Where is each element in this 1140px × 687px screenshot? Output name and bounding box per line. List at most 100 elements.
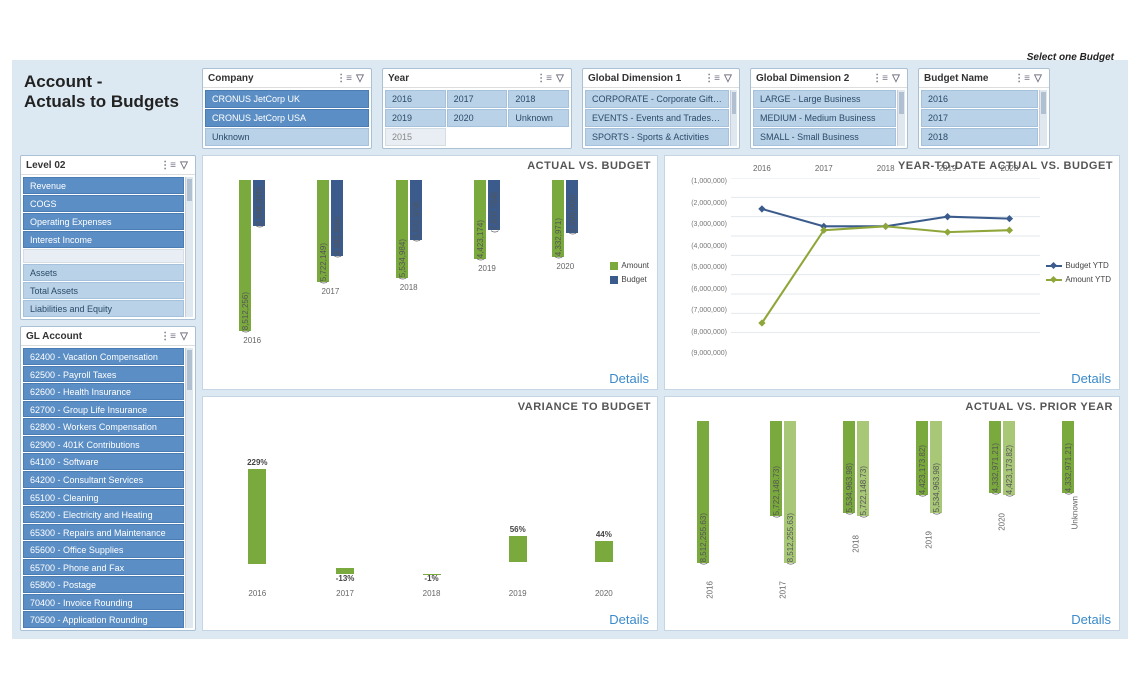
slicer-global-dimension-2: Global Dimension 2 ⋮≡ ▽ LARGE - Large Bu… — [750, 68, 908, 149]
slicer-body: 2016 2017 2018 — [919, 88, 1049, 148]
slicer-header: Global Dimension 1 ⋮≡ ▽ — [583, 69, 739, 88]
slicer-item[interactable]: 2016 — [921, 90, 1038, 108]
slicer-budget-name: Budget Name ⋮≡ ▽ 2016 2017 2018 — [918, 68, 1050, 149]
slicer-item[interactable]: 2019 — [385, 109, 446, 127]
slicer-header: Global Dimension 2 ⋮≡ ▽ — [751, 69, 907, 88]
slicer-item[interactable]: Operating Expenses — [23, 213, 184, 230]
slicer-item[interactable]: 64200 - Consultant Services — [23, 471, 184, 488]
slicer-header: Year ⋮≡ ▽ — [383, 69, 571, 88]
multiselect-icon[interactable]: ⋮≡ — [162, 330, 174, 342]
slicer-item[interactable] — [23, 249, 184, 263]
scrollbar[interactable] — [897, 90, 905, 146]
slicer-item[interactable]: MEDIUM - Medium Business — [753, 109, 896, 127]
slicer-item[interactable]: 65300 - Repairs and Maintenance — [23, 524, 184, 541]
scrollbar[interactable] — [185, 348, 193, 628]
slicer-item[interactable]: 2016 — [385, 90, 446, 108]
slicer-item[interactable]: 2018 — [508, 90, 569, 108]
slicer-item[interactable]: 70400 - Invoice Rounding — [23, 594, 184, 611]
page-title-block: Account - Actuals to Budgets — [20, 68, 196, 149]
slicer-item[interactable]: 2017 — [447, 90, 508, 108]
chart-variance-to-budget: VARIANCE TO BUDGET 229%2016-13%2017-1%20… — [202, 396, 658, 631]
slicer-body: LARGE - Large Business MEDIUM - Medium B… — [751, 88, 907, 148]
multiselect-icon[interactable]: ⋮≡ — [706, 72, 718, 84]
slicer-item[interactable]: 2020 — [447, 109, 508, 127]
slicer-item[interactable]: Liabilities and Equity — [23, 300, 184, 317]
slicer-item[interactable]: 62400 - Vacation Compensation — [23, 348, 184, 365]
slicer-item[interactable]: Revenue — [23, 177, 184, 194]
slicer-item[interactable]: 62500 - Payroll Taxes — [23, 366, 184, 383]
slicer-item[interactable]: LARGE - Large Business — [753, 90, 896, 108]
slicer-body: 2016 2017 2018 2019 2020 Unknown 2015 — [383, 88, 571, 148]
chart-ytd-actual-vs-budget: YEAR-TO-DATE ACTUAL VS. BUDGET 201620172… — [664, 155, 1120, 390]
filter-icon[interactable]: ▽ — [1032, 72, 1044, 84]
slicer-item[interactable]: 65700 - Phone and Fax — [23, 559, 184, 576]
slicer-item[interactable]: SMALL - Small Business — [753, 128, 896, 146]
slicer-body: 62400 - Vacation Compensation62500 - Pay… — [21, 346, 195, 630]
slicer-item[interactable]: 2015 — [385, 128, 446, 146]
slicer-year: Year ⋮≡ ▽ 2016 2017 2018 2019 2020 Unkno… — [382, 68, 572, 149]
slicer-item[interactable]: SPORTS - Sports & Activities — [585, 128, 729, 146]
filter-icon[interactable]: ▽ — [722, 72, 734, 84]
slicer-level-02: Level 02 ⋮≡ ▽ Revenue COGS Operating Exp… — [20, 155, 196, 320]
budget-note: Select one Budget — [1027, 52, 1114, 63]
slicer-body: Revenue COGS Operating Expenses Interest… — [21, 175, 195, 319]
chart-actual-vs-prior-year: ACTUAL VS. PRIOR YEAR (8,512,255.63)2016… — [664, 396, 1120, 631]
details-link[interactable]: Details — [1071, 371, 1111, 386]
slicer-header: Budget Name ⋮≡ ▽ — [919, 69, 1049, 88]
left-slicers: Level 02 ⋮≡ ▽ Revenue COGS Operating Exp… — [20, 155, 196, 631]
slicer-item[interactable]: Unknown — [508, 109, 569, 127]
slicer-item[interactable]: 62800 - Workers Compensation — [23, 418, 184, 435]
details-link[interactable]: Details — [609, 612, 649, 627]
scrollbar[interactable] — [185, 177, 193, 317]
slicer-gl-account: GL Account ⋮≡ ▽ 62400 - Vacation Compens… — [20, 326, 196, 631]
slicer-item[interactable]: CRONUS JetCorp UK — [205, 90, 369, 108]
top-slicers: Select one Budget Company ⋮≡ ▽ CRONUS Je… — [202, 68, 1120, 149]
slicer-item[interactable]: 65100 - Cleaning — [23, 489, 184, 506]
details-link[interactable]: Details — [609, 371, 649, 386]
scrollbar[interactable] — [1039, 90, 1047, 146]
slicer-item[interactable]: Total Assets — [23, 282, 184, 299]
slicer-item[interactable]: COGS — [23, 195, 184, 212]
slicer-item[interactable]: Interest Income — [23, 231, 184, 248]
page-title: Account - Actuals to Budgets — [24, 72, 192, 113]
multiselect-icon[interactable]: ⋮≡ — [538, 72, 550, 84]
filter-icon[interactable]: ▽ — [178, 330, 190, 342]
slicer-item[interactable]: CRONUS JetCorp USA — [205, 109, 369, 127]
filter-icon[interactable]: ▽ — [354, 72, 366, 84]
multiselect-icon[interactable]: ⋮≡ — [874, 72, 886, 84]
slicer-item[interactable]: 2017 — [921, 109, 1038, 127]
slicer-header: Level 02 ⋮≡ ▽ — [21, 156, 195, 175]
chart-title: ACTUAL VS. PRIOR YEAR — [671, 401, 1113, 413]
chart-title: VARIANCE TO BUDGET — [209, 401, 651, 413]
slicer-item[interactable]: 2018 — [921, 128, 1038, 146]
slicer-item[interactable]: 62900 - 401K Contributions — [23, 436, 184, 453]
slicer-body: CORPORATE - Corporate Gift… EVENTS - Eve… — [583, 88, 739, 148]
multiselect-icon[interactable]: ⋮≡ — [162, 159, 174, 171]
multiselect-icon[interactable]: ⋮≡ — [1016, 72, 1028, 84]
slicer-item[interactable]: CORPORATE - Corporate Gift… — [585, 90, 729, 108]
filter-icon[interactable]: ▽ — [890, 72, 902, 84]
chart-legend: Amount Budget — [608, 174, 651, 371]
slicer-item[interactable]: 64100 - Software — [23, 453, 184, 470]
slicer-item[interactable]: Unknown — [205, 128, 369, 146]
slicer-company: Company ⋮≡ ▽ CRONUS JetCorp UK CRONUS Je… — [202, 68, 372, 149]
filter-icon[interactable]: ▽ — [178, 159, 190, 171]
slicer-item[interactable]: 62700 - Group Life Insurance — [23, 401, 184, 418]
slicer-item[interactable]: 70500 - Application Rounding — [23, 611, 184, 628]
slicer-item[interactable]: EVENTS - Events and Trades… — [585, 109, 729, 127]
slicer-global-dimension-1: Global Dimension 1 ⋮≡ ▽ CORPORATE - Corp… — [582, 68, 740, 149]
details-link[interactable]: Details — [1071, 612, 1111, 627]
multiselect-icon[interactable]: ⋮≡ — [338, 72, 350, 84]
chart-legend: Budget YTD Amount YTD — [1044, 174, 1113, 371]
scrollbar[interactable] — [730, 90, 737, 146]
slicer-item[interactable]: 65800 - Postage — [23, 576, 184, 593]
chart-actual-vs-budget: ACTUAL VS. BUDGET (8,512,256)(2,585,025)… — [202, 155, 658, 390]
dashboard: Account - Actuals to Budgets Select one … — [12, 60, 1128, 639]
slicer-item[interactable]: 65200 - Electricity and Heating — [23, 506, 184, 523]
slicer-item[interactable]: 65600 - Office Supplies — [23, 541, 184, 558]
slicer-item[interactable]: Assets — [23, 264, 184, 281]
filter-icon[interactable]: ▽ — [554, 72, 566, 84]
line-chart: 20162017201820192020 (1,000,000)(2,000,0… — [671, 174, 1044, 371]
slicer-header: GL Account ⋮≡ ▽ — [21, 327, 195, 346]
slicer-item[interactable]: 62600 - Health Insurance — [23, 383, 184, 400]
